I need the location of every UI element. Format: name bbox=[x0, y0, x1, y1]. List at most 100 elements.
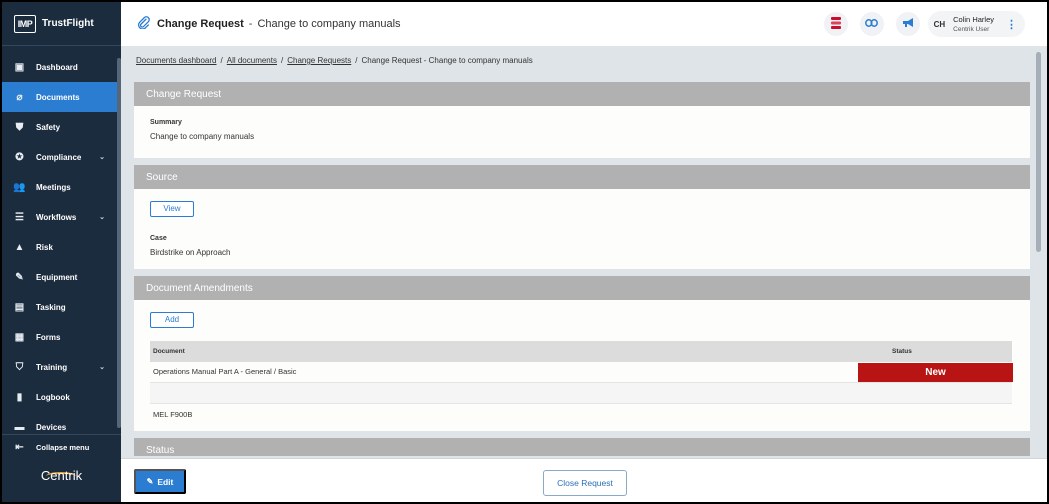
brand[interactable]: IMP TrustFlight bbox=[2, 2, 121, 46]
sidebar-item-dashboard[interactable]: ▣ Dashboard bbox=[2, 52, 117, 82]
sidebar-item-label: Safety bbox=[36, 122, 61, 132]
breadcrumb-documents-dashboard[interactable]: Documents dashboard bbox=[136, 56, 217, 65]
page-subtitle: Change to company manuals bbox=[257, 18, 401, 30]
case-label: Case bbox=[150, 234, 167, 242]
action-footer: ✎ Edit Close Request bbox=[121, 458, 1047, 502]
sidebar-item-forms[interactable]: ▦ Forms bbox=[2, 322, 117, 352]
column-document[interactable]: Document bbox=[153, 348, 185, 355]
app-window: IMP TrustFlight ▣ Dashboard ⌀ Documents ⛊ Saf… bbox=[2, 2, 1047, 502]
announcement-button[interactable] bbox=[895, 12, 920, 36]
summary-value: Change to company manuals bbox=[150, 132, 255, 141]
sidebar-item-label: Logbook bbox=[36, 392, 70, 402]
avatar: CH bbox=[933, 19, 946, 29]
summary-label: Summary bbox=[150, 119, 182, 126]
change-request-header: Change Request bbox=[134, 82, 1030, 106]
sidebar-item-logbook[interactable]: ▮ Logbook bbox=[2, 382, 117, 412]
paperclip-icon: ⌀ bbox=[16, 91, 23, 103]
page-title: Change Request bbox=[157, 18, 244, 30]
form-icon: ▦ bbox=[14, 331, 25, 343]
sidebar-item-label: Devices bbox=[36, 422, 67, 432]
row-document: MEL F900B bbox=[153, 409, 193, 419]
sidebar-item-workflows[interactable]: ☰ Workflows ⌄ bbox=[2, 202, 117, 232]
collapse-menu-button[interactable]: ⇤ Collapse menu bbox=[2, 434, 121, 460]
breadcrumb-all-documents[interactable]: All documents bbox=[227, 56, 277, 65]
paperclip-icon bbox=[137, 16, 151, 32]
graduation-cap-icon: ⛉ bbox=[15, 361, 24, 373]
warning-icon: ▲ bbox=[14, 241, 25, 253]
layers-icon: ☰ bbox=[15, 211, 24, 223]
row-document: Operations Manual Part A - General / Bas… bbox=[153, 367, 297, 376]
kebab-menu-icon[interactable]: ⋮ bbox=[1006, 18, 1017, 31]
main-content: Change Request Summary Change to company… bbox=[134, 82, 1030, 456]
sidebar-item-label: Equipment bbox=[36, 272, 78, 282]
source-section: Source View Case Birdstrike on Approach bbox=[134, 165, 1030, 269]
user-menu[interactable]: CH Colin Harley Centrik User ⋮ bbox=[927, 11, 1025, 37]
breadcrumb-current: Change Request - Change to company manua… bbox=[361, 56, 533, 65]
brand-logo: IMP bbox=[14, 14, 36, 33]
table-row[interactable]: MEL F900B bbox=[150, 404, 1012, 425]
sidebar-item-training[interactable]: ⛉ Training ⌄ bbox=[2, 352, 117, 382]
status-header: Status bbox=[134, 438, 1030, 456]
sidebar-item-label: Documents bbox=[36, 92, 80, 102]
book-icon: ▮ bbox=[16, 391, 23, 403]
collapse-menu-icon: ⇤ bbox=[15, 442, 24, 453]
sidebar-item-documents[interactable]: ⌀ Documents bbox=[2, 82, 117, 112]
shield-icon: ⛊ bbox=[15, 121, 24, 133]
status-badge: New bbox=[858, 362, 1013, 382]
link-icon bbox=[865, 18, 879, 30]
view-button[interactable]: View bbox=[150, 200, 194, 217]
edit-button[interactable]: ✎ Edit bbox=[134, 469, 186, 494]
link-button[interactable] bbox=[859, 12, 884, 36]
sidebar-scrollbar[interactable] bbox=[117, 58, 121, 428]
change-request-section: Change Request Summary Change to company… bbox=[134, 82, 1030, 158]
document-amendments-section: Document Amendments Add Document Status … bbox=[134, 276, 1030, 431]
edit-label: Edit bbox=[157, 476, 174, 487]
sidebar-item-label: Meetings bbox=[36, 182, 71, 192]
table-row[interactable]: Operations Manual Part A - General / Bas… bbox=[150, 362, 1013, 383]
top-header: Change Request - Change to company manua… bbox=[121, 2, 1047, 46]
status-section: Status bbox=[134, 438, 1030, 456]
add-amendment-button[interactable]: Add bbox=[150, 311, 194, 328]
sidebar-item-label: Dashboard bbox=[36, 62, 78, 72]
sidebar-nav: ▣ Dashboard ⌀ Documents ⛊ Safety ✪ Compliance ⌄ 👥… bbox=[2, 52, 117, 442]
clipboard-icon: ▤ bbox=[14, 301, 25, 313]
sidebar-item-tasking[interactable]: ▤ Tasking bbox=[2, 292, 117, 322]
sidebar-item-label: Risk bbox=[36, 242, 53, 252]
sidebar-item-label: Forms bbox=[36, 332, 61, 342]
breadcrumb-change-requests[interactable]: Change Requests bbox=[287, 56, 351, 65]
amendments-table: Document Status Operations Manual Part A… bbox=[150, 340, 1013, 425]
chevron-down-icon: ⌄ bbox=[99, 154, 105, 161]
source-header: Source bbox=[134, 165, 1030, 189]
sidebar-item-compliance[interactable]: ✪ Compliance ⌄ bbox=[2, 142, 117, 172]
stack-button[interactable] bbox=[823, 12, 848, 36]
collapse-menu-label: Collapse menu bbox=[36, 443, 90, 452]
sidebar-item-label: Workflows bbox=[36, 212, 77, 222]
centrik-logo: Centrik bbox=[40, 468, 83, 483]
header-actions: CH Colin Harley Centrik User ⋮ bbox=[812, 11, 1025, 37]
chevron-down-icon: ⌄ bbox=[99, 214, 105, 221]
sidebar-item-meetings[interactable]: 👥 Meetings bbox=[2, 172, 117, 202]
main-scrollbar[interactable] bbox=[1036, 52, 1041, 252]
pencil-icon: ✎ bbox=[146, 477, 154, 486]
chevron-down-icon: ⌄ bbox=[99, 364, 105, 371]
megaphone-icon bbox=[902, 17, 914, 31]
brand-name: TrustFlight bbox=[42, 18, 94, 29]
badge-icon: ✪ bbox=[15, 151, 24, 163]
case-value: Birdstrike on Approach bbox=[150, 247, 231, 257]
close-request-button[interactable]: Close Request bbox=[543, 470, 627, 496]
breadcrumb: Documents dashboard / All documents / Change… bbox=[136, 56, 533, 65]
table-row[interactable] bbox=[150, 382, 1012, 404]
document-amendments-header: Document Amendments bbox=[134, 276, 1030, 300]
sidebar-item-equipment[interactable]: ✎ Equipment bbox=[2, 262, 117, 292]
sidebar-item-risk[interactable]: ▲ Risk bbox=[2, 232, 117, 262]
sidebar-item-label: Compliance bbox=[36, 152, 82, 162]
column-status[interactable]: Status bbox=[892, 348, 912, 355]
sidebar-item-safety[interactable]: ⛊ Safety bbox=[2, 112, 117, 142]
sidebar-item-label: Training bbox=[36, 362, 68, 372]
sidebar-item-label: Tasking bbox=[36, 302, 66, 312]
sidebar: IMP TrustFlight ▣ Dashboard ⌀ Documents ⛊ Saf… bbox=[2, 2, 121, 502]
table-header: Document Status bbox=[150, 340, 1012, 362]
people-icon: 👥 bbox=[13, 181, 26, 193]
wrench-icon: ✎ bbox=[15, 271, 24, 283]
user-info: Colin Harley Centrik User bbox=[953, 15, 994, 34]
